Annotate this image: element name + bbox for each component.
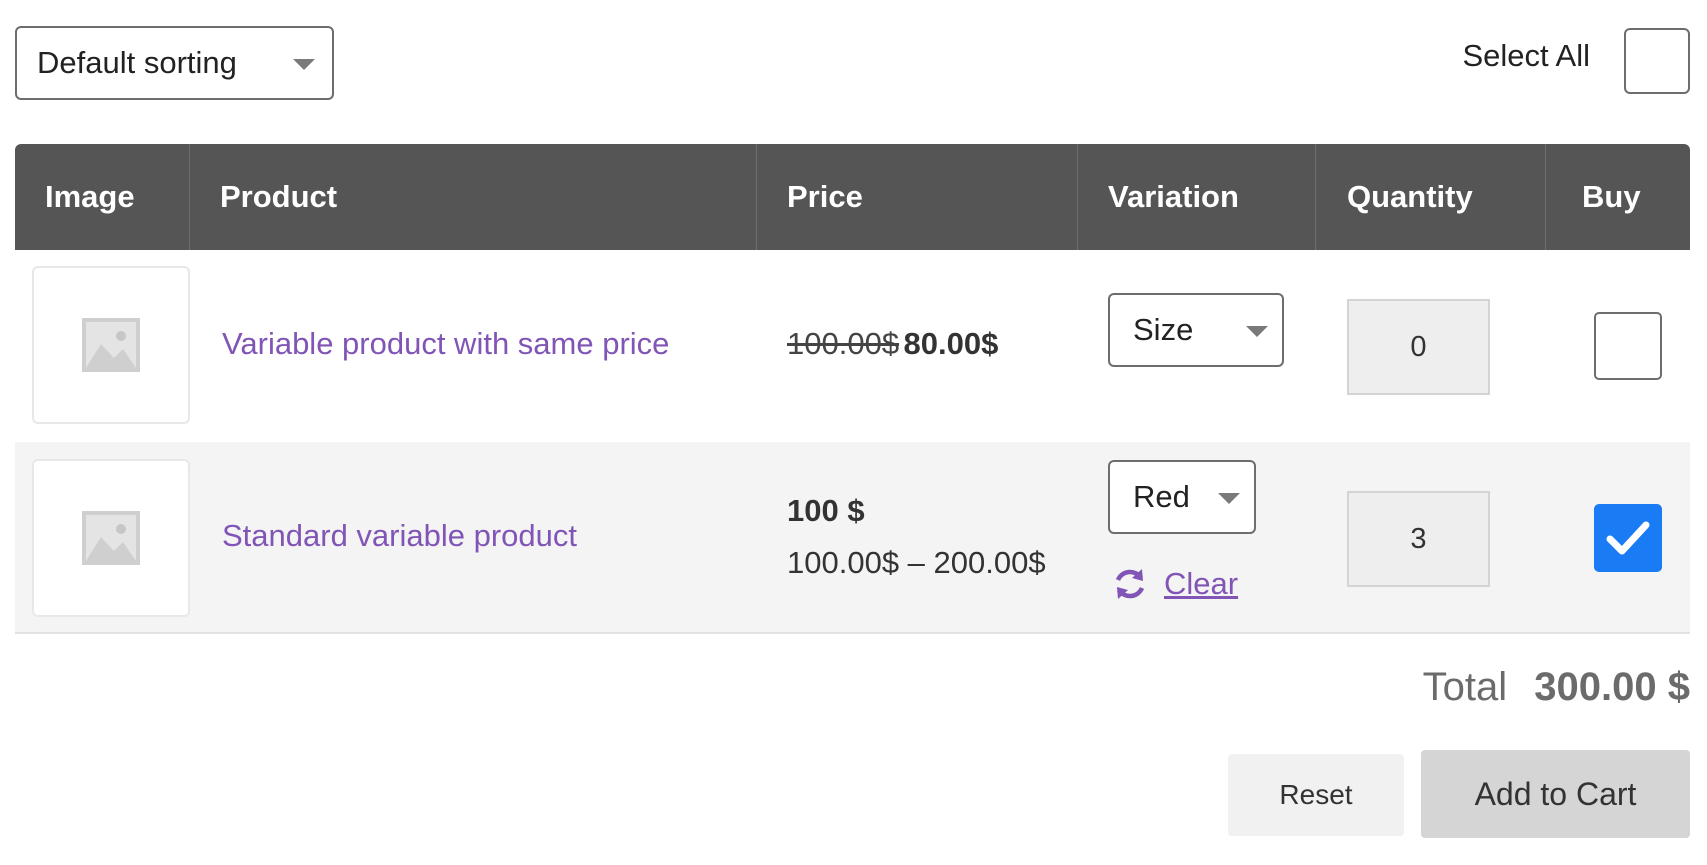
header-quantity: Quantity bbox=[1347, 179, 1473, 214]
buy-checkbox[interactable] bbox=[1594, 312, 1662, 380]
price-current: 100 $ bbox=[787, 493, 865, 528]
total-value: 300.00 $ bbox=[1534, 665, 1690, 709]
select-all-checkbox[interactable] bbox=[1624, 28, 1690, 94]
variation-select[interactable]: Red bbox=[1108, 460, 1256, 534]
product-link[interactable]: Variable product with same price bbox=[222, 326, 669, 362]
add-to-cart-button[interactable]: Add to Cart bbox=[1421, 750, 1690, 838]
header-product: Product bbox=[220, 179, 338, 214]
quantity-input[interactable]: 0 bbox=[1347, 299, 1490, 395]
product-image-placeholder bbox=[32, 459, 190, 617]
chevron-down-icon bbox=[293, 59, 315, 70]
header-buy: Buy bbox=[1582, 179, 1641, 214]
reset-button[interactable]: Reset bbox=[1228, 754, 1404, 836]
select-all-label: Select All bbox=[1462, 38, 1590, 73]
clear-label: Clear bbox=[1164, 566, 1239, 601]
column-divider bbox=[756, 144, 757, 250]
variation-select-value: Red bbox=[1133, 479, 1190, 514]
chevron-down-icon bbox=[1246, 326, 1268, 337]
quantity-input[interactable]: 3 bbox=[1347, 491, 1490, 587]
product-image-placeholder bbox=[32, 266, 190, 424]
table-row: Variable product with same price 100.00$… bbox=[15, 250, 1690, 442]
checkmark-icon bbox=[1606, 521, 1650, 555]
variation-select-value: Size bbox=[1133, 312, 1194, 347]
table-row: Standard variable product 100 $ 100.00$ … bbox=[15, 442, 1690, 634]
header-price: Price bbox=[787, 179, 863, 214]
image-placeholder-icon bbox=[82, 318, 140, 372]
column-divider bbox=[1545, 144, 1546, 250]
product-table-page: Default sorting Select All Image Product… bbox=[0, 0, 1707, 865]
image-placeholder-icon bbox=[82, 511, 140, 565]
price-cell: 100.00$ 80.00$ bbox=[787, 326, 998, 362]
sorting-select-value: Default sorting bbox=[37, 45, 237, 80]
sorting-select[interactable]: Default sorting bbox=[15, 26, 334, 100]
price-sale: 80.00$ bbox=[903, 326, 999, 361]
header-variation: Variation bbox=[1108, 179, 1239, 214]
cart-total: Total 300.00 $ bbox=[1423, 665, 1690, 710]
variation-select[interactable]: Size bbox=[1108, 293, 1284, 367]
refresh-icon bbox=[1115, 569, 1145, 599]
chevron-down-icon bbox=[1218, 493, 1240, 504]
price-main: 100 $ bbox=[787, 493, 865, 529]
column-divider bbox=[189, 144, 190, 250]
table-header: Image Product Price Variation Quantity B… bbox=[15, 144, 1690, 250]
clear-variation-link[interactable]: Clear bbox=[1112, 566, 1238, 602]
buy-checkbox[interactable] bbox=[1594, 504, 1662, 572]
total-label: Total bbox=[1422, 665, 1508, 709]
product-link[interactable]: Standard variable product bbox=[222, 518, 577, 554]
header-image: Image bbox=[45, 179, 135, 214]
price-range: 100.00$ – 200.00$ bbox=[787, 545, 1046, 580]
column-divider bbox=[1077, 144, 1078, 250]
product-table: Image Product Price Variation Quantity B… bbox=[15, 144, 1690, 634]
column-divider bbox=[1315, 144, 1316, 250]
price-old: 100.00$ bbox=[787, 326, 900, 361]
